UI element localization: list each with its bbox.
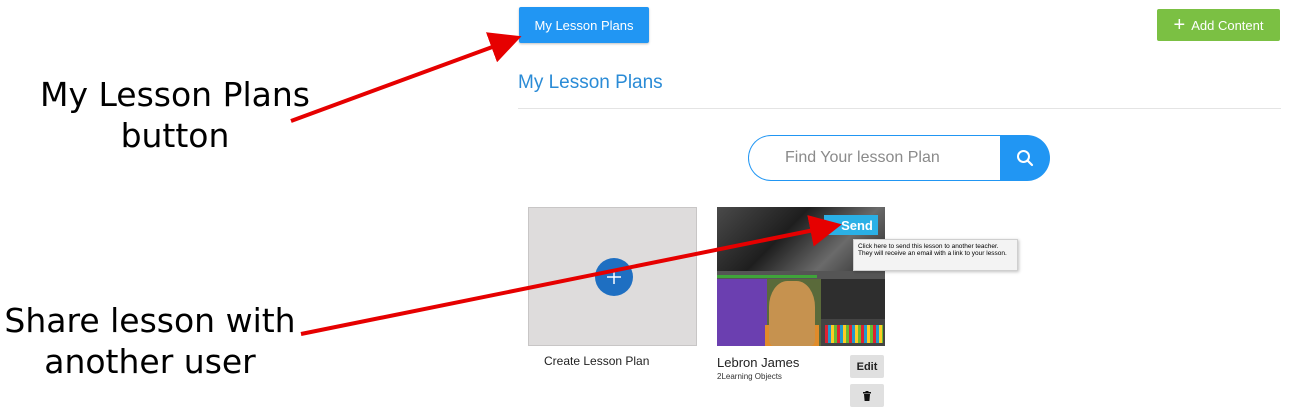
- search-input[interactable]: [748, 135, 1010, 181]
- search-bar: [748, 135, 1050, 181]
- annotation-share-lesson: Share lesson with another user: [0, 300, 300, 383]
- annotation-line: button: [120, 116, 230, 156]
- plus-icon: +: [1173, 14, 1186, 36]
- annotation-line: another user: [44, 342, 256, 382]
- search-icon: [1017, 150, 1034, 167]
- send-icon: [829, 221, 839, 229]
- send-tooltip: Click here to send this lesson to anothe…: [853, 239, 1018, 271]
- add-content-label: Add Content: [1191, 17, 1264, 33]
- divider: [518, 108, 1281, 109]
- lesson-title[interactable]: Lebron James: [717, 355, 799, 370]
- annotation-line: My Lesson Plans: [40, 75, 310, 114]
- create-plus-button[interactable]: [595, 258, 633, 296]
- search-button[interactable]: [1000, 135, 1050, 181]
- thumbnail-child: [769, 281, 815, 346]
- delete-button[interactable]: [850, 384, 884, 407]
- plus-icon: [607, 270, 621, 284]
- thumbnail-board: [717, 279, 767, 346]
- send-button[interactable]: Send: [824, 215, 878, 235]
- thumbnail-green-line: [717, 275, 817, 278]
- page-title: My Lesson Plans: [518, 72, 663, 93]
- annotation-lesson-plans-button: My Lesson Plans button: [40, 74, 310, 157]
- thumbnail-books: [825, 325, 883, 343]
- arrow-to-lesson-plans-button: [290, 32, 522, 123]
- send-label: Send: [841, 217, 873, 233]
- thumbnail-chalkboard: [821, 279, 885, 319]
- my-lesson-plans-button[interactable]: My Lesson Plans: [519, 7, 649, 43]
- add-content-button[interactable]: + Add Content: [1157, 9, 1280, 41]
- trash-icon: [863, 390, 871, 401]
- lesson-meta: 2Learning Objects: [717, 372, 782, 381]
- create-lesson-plan-label: Create Lesson Plan: [544, 354, 650, 368]
- edit-button[interactable]: Edit: [850, 355, 884, 378]
- annotation-line: Share lesson with: [4, 301, 296, 340]
